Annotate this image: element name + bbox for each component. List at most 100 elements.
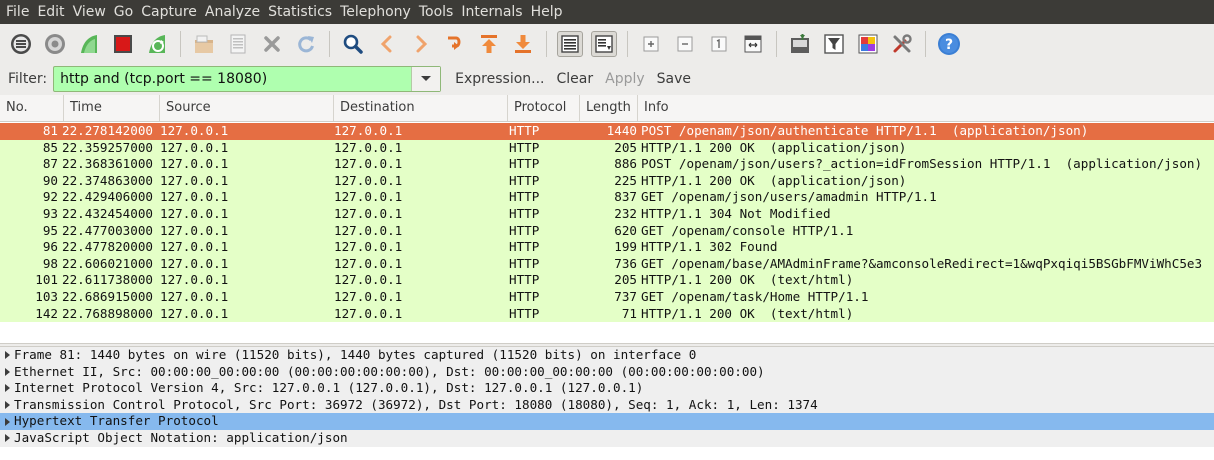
column-header-time[interactable]: Time [64, 95, 160, 121]
expand-triangle-icon[interactable] [0, 384, 14, 393]
tree-row-http[interactable]: Hypertext Transfer Protocol [0, 413, 1214, 430]
open-file-icon[interactable] [191, 31, 217, 57]
packet-row[interactable]: 81 22.278142000 127.0.0.1 127.0.0.1 HTTP 1440… [0, 123, 1214, 140]
packet-destination: 127.0.0.1 [334, 288, 403, 304]
packet-source: 127.0.0.1 [160, 156, 229, 172]
interface-list-icon[interactable] [8, 31, 34, 57]
preferences-icon[interactable] [889, 31, 915, 57]
save-file-icon[interactable] [225, 31, 251, 57]
packet-row[interactable]: 92 22.429406000 127.0.0.1 127.0.0.1 HTTP 837 G… [0, 189, 1214, 206]
menu-analyze[interactable]: Analyze [201, 0, 264, 24]
menu-edit[interactable]: Edit [33, 0, 68, 24]
expand-triangle-icon[interactable] [0, 434, 14, 443]
packet-length: 736 [614, 255, 637, 271]
packet-time: 22.368361000 [62, 156, 153, 172]
packet-row[interactable]: 95 22.477003000 127.0.0.1 127.0.0.1 HTTP 620 G… [0, 222, 1214, 240]
stop-capture-icon[interactable] [110, 31, 136, 57]
menu-telephony[interactable]: Telephony [336, 0, 415, 24]
help-icon[interactable]: ? [936, 31, 962, 57]
expand-triangle-icon[interactable] [0, 351, 14, 360]
packet-list: No. Time Source Destination Protocol Len… [0, 95, 1214, 343]
capture-filters-icon[interactable] [787, 31, 813, 57]
column-header-info[interactable]: Info [638, 95, 1214, 121]
display-filters-icon[interactable] [821, 31, 847, 57]
packet-no: 142 [35, 305, 58, 321]
packet-row[interactable]: 98 22.606021000 127.0.0.1 127.0.0.1 HTTP 736 G… [0, 255, 1214, 273]
tree-row-label: Frame 81: 1440 bytes on wire (11520 bits… [14, 347, 697, 362]
go-back-icon[interactable] [374, 31, 400, 57]
find-packet-icon[interactable] [340, 31, 366, 57]
packet-row[interactable]: 101 22.611738000 127.0.0.1 127.0.0.1 HTTP 205… [0, 272, 1214, 289]
packet-info: POST /openam/json/authenticate HTTP/1.1 … [641, 123, 1089, 138]
packet-info: HTTP/1.1 200 OK (text/html) [641, 272, 854, 288]
packet-time: 22.606021000 [62, 255, 153, 271]
packet-length: 71 [621, 305, 637, 321]
packet-source: 127.0.0.1 [160, 172, 229, 188]
apply-button[interactable]: Apply [605, 71, 645, 87]
packet-no: 95 [42, 222, 58, 238]
menu-go[interactable]: Go [110, 0, 137, 24]
normal-size-icon[interactable] [706, 31, 732, 57]
packet-no: 98 [42, 255, 58, 271]
toolbar-separator [546, 30, 547, 57]
restart-capture-icon[interactable] [144, 31, 170, 57]
packet-row[interactable]: 85 22.359257000 127.0.0.1 127.0.0.1 HTTP 205 H… [0, 139, 1214, 157]
column-header-no[interactable]: No. [0, 95, 64, 121]
menu-internals[interactable]: Internals [457, 0, 526, 24]
go-forward-icon[interactable] [408, 31, 434, 57]
auto-scroll-icon[interactable] [591, 30, 617, 57]
filter-dropdown-button[interactable] [411, 67, 441, 91]
packet-info: GET /openam/base/AMAdminFrame?&amconsole… [641, 255, 1203, 271]
go-first-icon[interactable] [476, 31, 502, 57]
go-to-packet-icon[interactable] [442, 31, 468, 57]
colorize-icon[interactable] [557, 30, 583, 57]
expression-button[interactable]: Expression... [455, 71, 544, 87]
close-file-icon[interactable] [259, 31, 285, 57]
tree-row-frame[interactable]: Frame 81: 1440 bytes on wire (11520 bits… [0, 347, 1214, 364]
packet-no: 92 [42, 189, 58, 205]
save-button[interactable]: Save [657, 71, 691, 87]
menu-help[interactable]: Help [527, 0, 567, 24]
packet-row[interactable]: 103 22.686915000 127.0.0.1 127.0.0.1 HTTP 737… [0, 288, 1214, 306]
menu-capture[interactable]: Capture [137, 0, 201, 24]
menu-statistics[interactable]: Statistics [264, 0, 336, 24]
packet-protocol: HTTP [509, 156, 540, 172]
column-header-source[interactable]: Source [160, 95, 334, 121]
tree-row-tcp[interactable]: Transmission Control Protocol, Src Port:… [0, 396, 1214, 414]
coloring-rules-icon[interactable] [855, 31, 881, 57]
packet-protocol: HTTP [509, 222, 540, 238]
tree-row-ethernet[interactable]: Ethernet II, Src: 00:00:00_00:00:00 (00:… [0, 363, 1214, 381]
zoom-out-icon[interactable] [672, 31, 698, 57]
packet-info: HTTP/1.1 304 Not Modified [641, 205, 831, 221]
menu-view[interactable]: View [69, 0, 110, 24]
packet-row[interactable]: 142 22.768898000 127.0.0.1 127.0.0.1 HTTP 71 H… [0, 305, 1214, 323]
packet-length: 620 [614, 222, 637, 238]
packet-destination: 127.0.0.1 [334, 272, 403, 288]
expand-triangle-icon[interactable] [0, 367, 14, 376]
capture-options-icon[interactable] [42, 31, 68, 57]
menu-tools[interactable]: Tools [415, 0, 458, 24]
packet-row[interactable]: 93 22.432454000 127.0.0.1 127.0.0.1 HTTP 232 H… [0, 205, 1214, 223]
start-capture-icon[interactable] [76, 31, 102, 57]
column-header-destination[interactable]: Destination [334, 95, 508, 121]
packet-destination: 127.0.0.1 [334, 305, 403, 321]
tree-row-label: Internet Protocol Version 4, Src: 127.0.… [14, 380, 644, 396]
tree-row-ip[interactable]: Internet Protocol Version 4, Src: 127.0.… [0, 380, 1214, 397]
column-header-length[interactable]: Length [580, 95, 638, 121]
reload-file-icon[interactable] [293, 31, 319, 57]
go-last-icon[interactable] [510, 31, 536, 57]
display-filter-input[interactable] [54, 71, 417, 87]
column-header-protocol[interactable]: Protocol [508, 95, 580, 121]
zoom-in-icon[interactable] [638, 31, 664, 57]
packet-row[interactable]: 90 22.374863000 127.0.0.1 127.0.0.1 HTTP 225 H… [0, 172, 1214, 190]
resize-columns-icon[interactable] [740, 31, 766, 57]
menu-file[interactable]: File [0, 0, 33, 24]
tree-row-json[interactable]: JavaScript Object Notation: application/… [0, 429, 1214, 447]
packet-destination: 127.0.0.1 [334, 172, 403, 188]
packet-row[interactable]: 87 22.368361000 127.0.0.1 127.0.0.1 HTTP 886 P… [0, 156, 1214, 173]
clear-button[interactable]: Clear [557, 71, 594, 87]
packet-row[interactable]: 96 22.477820000 127.0.0.1 127.0.0.1 HTTP 199 H… [0, 239, 1214, 256]
expand-triangle-icon[interactable] [0, 401, 14, 410]
packet-info: GET /openam/task/Home HTTP/1.1 [641, 288, 869, 304]
expand-triangle-icon[interactable] [0, 417, 14, 426]
